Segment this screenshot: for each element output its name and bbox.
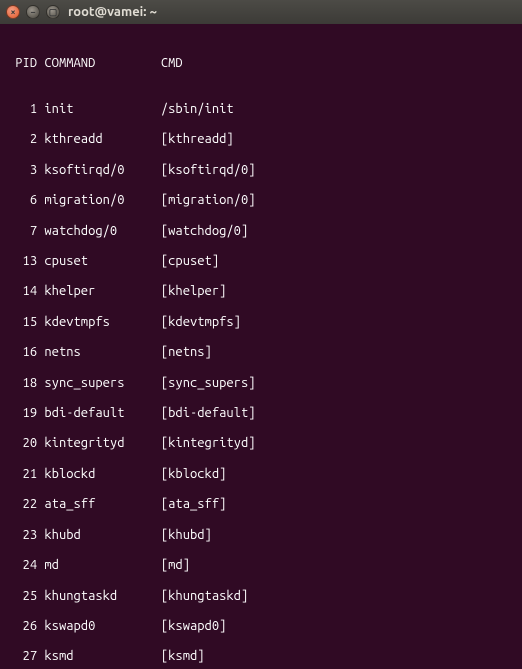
process-pid: 13 <box>8 254 37 269</box>
process-cmd: [kintegrityd] <box>161 436 256 451</box>
close-icon[interactable]: × <box>6 5 20 19</box>
process-cmd: [bdi-default] <box>161 406 256 421</box>
process-pid: 14 <box>8 284 37 299</box>
process-pid: 23 <box>8 528 37 543</box>
process-row: 19 bdi-default[bdi-default] <box>8 406 518 421</box>
process-command: ata_sff <box>44 497 160 512</box>
process-cmd: [kswapd0] <box>161 619 227 634</box>
header-command: COMMAND <box>44 56 160 71</box>
process-pid: 27 <box>8 649 37 664</box>
process-cmd: /sbin/init <box>161 102 234 117</box>
process-row: 14 khelper[khelper] <box>8 284 518 299</box>
process-pid: 1 <box>8 102 37 117</box>
terminal-body[interactable]: PID COMMANDCMD 1 init/sbin/init 2 kthrea… <box>0 24 522 669</box>
process-pid: 19 <box>8 406 37 421</box>
process-cmd: [md] <box>161 558 190 573</box>
process-pid: 7 <box>8 224 37 239</box>
process-row: 26 kswapd0[kswapd0] <box>8 619 518 634</box>
process-row: 23 khubd[khubd] <box>8 528 518 543</box>
process-list: 1 init/sbin/init 2 kthreadd[kthreadd] 3 … <box>8 102 518 669</box>
process-row: 15 kdevtmpfs[kdevtmpfs] <box>8 315 518 330</box>
header-pid: PID <box>8 56 37 71</box>
process-command: netns <box>44 345 160 360</box>
process-row: 25 khungtaskd[khungtaskd] <box>8 589 518 604</box>
process-command: ksmd <box>44 649 160 664</box>
process-list-header: PID COMMANDCMD <box>8 56 518 71</box>
process-command: khelper <box>44 284 160 299</box>
process-row: 13 cpuset[cpuset] <box>8 254 518 269</box>
process-cmd: [khelper] <box>161 284 227 299</box>
process-row: 27 ksmd[ksmd] <box>8 649 518 664</box>
process-row: 22 ata_sff[ata_sff] <box>8 497 518 512</box>
process-pid: 24 <box>8 558 37 573</box>
process-cmd: [netns] <box>161 345 212 360</box>
process-cmd: [watchdog/0] <box>161 224 248 239</box>
process-command: kdevtmpfs <box>44 315 160 330</box>
process-cmd: [khubd] <box>161 528 212 543</box>
process-command: kblockd <box>44 467 160 482</box>
process-command: migration/0 <box>44 193 160 208</box>
process-cmd: [ata_sff] <box>161 497 227 512</box>
process-cmd: [kblockd] <box>161 467 227 482</box>
process-cmd: [sync_supers] <box>161 376 256 391</box>
header-cmd: CMD <box>161 56 183 71</box>
process-cmd: [kthreadd] <box>161 132 234 147</box>
process-command: khungtaskd <box>44 589 160 604</box>
window-controls: × − ▢ <box>6 5 60 19</box>
process-cmd: [khungtaskd] <box>161 589 248 604</box>
process-row: 24 md[md] <box>8 558 518 573</box>
process-row: 7 watchdog/0[watchdog/0] <box>8 224 518 239</box>
process-command: kintegrityd <box>44 436 160 451</box>
process-command: cpuset <box>44 254 160 269</box>
titlebar[interactable]: × − ▢ root@vamei: ~ <box>0 0 522 24</box>
process-pid: 20 <box>8 436 37 451</box>
process-command: ksoftirqd/0 <box>44 163 160 178</box>
process-row: 18 sync_supers[sync_supers] <box>8 376 518 391</box>
process-row: 6 migration/0[migration/0] <box>8 193 518 208</box>
process-row: 20 kintegrityd[kintegrityd] <box>8 436 518 451</box>
minimize-icon[interactable]: − <box>26 5 40 19</box>
process-pid: 15 <box>8 315 37 330</box>
process-row: 3 ksoftirqd/0[ksoftirqd/0] <box>8 163 518 178</box>
process-pid: 6 <box>8 193 37 208</box>
process-cmd: [ksmd] <box>161 649 205 664</box>
process-command: kswapd0 <box>44 619 160 634</box>
process-cmd: [kdevtmpfs] <box>161 315 241 330</box>
process-pid: 16 <box>8 345 37 360</box>
window-title: root@vamei: ~ <box>68 5 157 19</box>
process-command: watchdog/0 <box>44 224 160 239</box>
terminal-window: × − ▢ root@vamei: ~ PID COMMANDCMD 1 ini… <box>0 0 522 669</box>
process-cmd: [ksoftirqd/0] <box>161 163 256 178</box>
process-row: 21 kblockd[kblockd] <box>8 467 518 482</box>
process-command: md <box>44 558 160 573</box>
process-command: kthreadd <box>44 132 160 147</box>
process-command: bdi-default <box>44 406 160 421</box>
maximize-icon[interactable]: ▢ <box>46 5 60 19</box>
process-command: khubd <box>44 528 160 543</box>
process-pid: 25 <box>8 589 37 604</box>
process-pid: 26 <box>8 619 37 634</box>
process-row: 1 init/sbin/init <box>8 102 518 117</box>
process-cmd: [migration/0] <box>161 193 256 208</box>
process-pid: 22 <box>8 497 37 512</box>
process-pid: 3 <box>8 163 37 178</box>
process-pid: 2 <box>8 132 37 147</box>
process-command: sync_supers <box>44 376 160 391</box>
process-command: init <box>44 102 160 117</box>
process-pid: 21 <box>8 467 37 482</box>
process-row: 2 kthreadd[kthreadd] <box>8 132 518 147</box>
process-cmd: [cpuset] <box>161 254 219 269</box>
process-row: 16 netns[netns] <box>8 345 518 360</box>
process-pid: 18 <box>8 376 37 391</box>
